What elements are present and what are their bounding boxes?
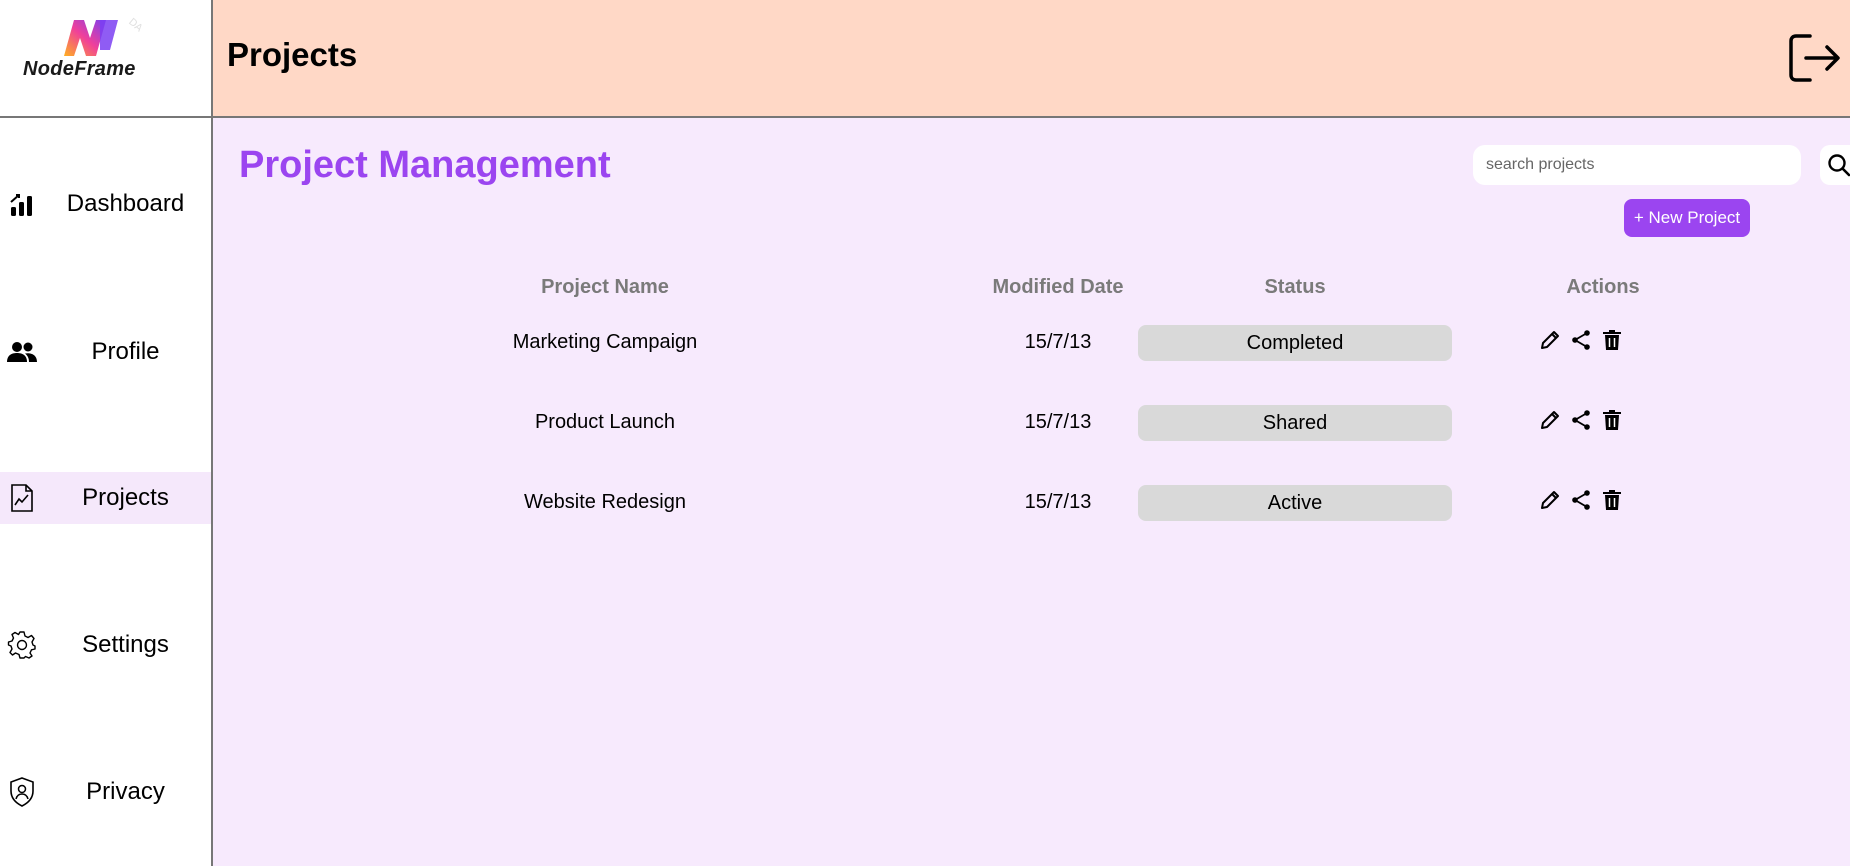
sidebar-item-label: Settings bbox=[82, 631, 169, 658]
page-title: Project Management bbox=[239, 144, 611, 186]
share-icon[interactable] bbox=[1569, 408, 1593, 432]
top-header: Projects bbox=[213, 0, 1850, 118]
logo-watermark: DA bbox=[126, 16, 145, 35]
logout-icon bbox=[1789, 34, 1840, 82]
sidebar-item-label: Privacy bbox=[86, 778, 165, 805]
sidebar-item-label: Projects bbox=[82, 484, 169, 511]
share-icon[interactable] bbox=[1569, 328, 1593, 352]
logo[interactable]: DA NodeFrame bbox=[0, 0, 213, 118]
edit-icon[interactable] bbox=[1538, 408, 1562, 432]
search-icon bbox=[1828, 154, 1850, 177]
project-name-cell[interactable]: Product Launch bbox=[405, 411, 805, 434]
status-badge: Shared bbox=[1138, 405, 1452, 441]
people-icon bbox=[6, 336, 38, 368]
row-actions bbox=[1538, 405, 1628, 435]
edit-icon[interactable] bbox=[1538, 488, 1562, 512]
project-name-cell[interactable]: Marketing Campaign bbox=[405, 331, 805, 354]
sidebar-item-profile[interactable]: Profile bbox=[0, 326, 211, 378]
sidebar-item-label: Profile bbox=[91, 338, 160, 365]
delete-icon[interactable] bbox=[1600, 408, 1624, 432]
search-input[interactable] bbox=[1473, 145, 1801, 185]
header-title: Projects bbox=[227, 36, 358, 73]
sidebar: DA NodeFrame Dashboard Profile Projects … bbox=[0, 0, 213, 866]
edit-icon[interactable] bbox=[1538, 328, 1562, 352]
status-badge: Completed bbox=[1138, 325, 1452, 361]
delete-icon[interactable] bbox=[1600, 488, 1624, 512]
main-content: Project Management + New Project Project… bbox=[213, 118, 1850, 866]
column-header-project-name[interactable]: Project Name bbox=[405, 276, 805, 299]
sidebar-item-settings[interactable]: Settings bbox=[0, 619, 211, 671]
share-icon[interactable] bbox=[1569, 488, 1593, 512]
shield-user-icon bbox=[6, 776, 38, 808]
row-actions bbox=[1538, 485, 1628, 515]
sidebar-item-projects[interactable]: Projects bbox=[0, 472, 211, 524]
row-actions bbox=[1538, 325, 1628, 355]
status-badge: Active bbox=[1138, 485, 1452, 521]
sidebar-item-label: Dashboard bbox=[66, 190, 185, 217]
sidebar-item-dashboard[interactable]: Dashboard bbox=[0, 178, 211, 230]
project-name-cell[interactable]: Website Redesign bbox=[405, 491, 805, 514]
bar-chart-icon bbox=[6, 188, 38, 220]
gear-icon bbox=[6, 629, 38, 661]
search-button[interactable] bbox=[1820, 145, 1850, 185]
sidebar-item-privacy[interactable]: Privacy bbox=[0, 766, 211, 818]
logout-button[interactable] bbox=[1786, 30, 1842, 86]
column-header-status[interactable]: Status bbox=[1138, 276, 1452, 299]
column-header-actions: Actions bbox=[1566, 276, 1640, 298]
document-chart-icon bbox=[6, 482, 38, 514]
nodeframe-logo-icon bbox=[64, 20, 118, 56]
brand-name: NodeFrame bbox=[23, 58, 136, 80]
delete-icon[interactable] bbox=[1600, 328, 1624, 352]
new-project-button[interactable]: + New Project bbox=[1624, 199, 1750, 237]
